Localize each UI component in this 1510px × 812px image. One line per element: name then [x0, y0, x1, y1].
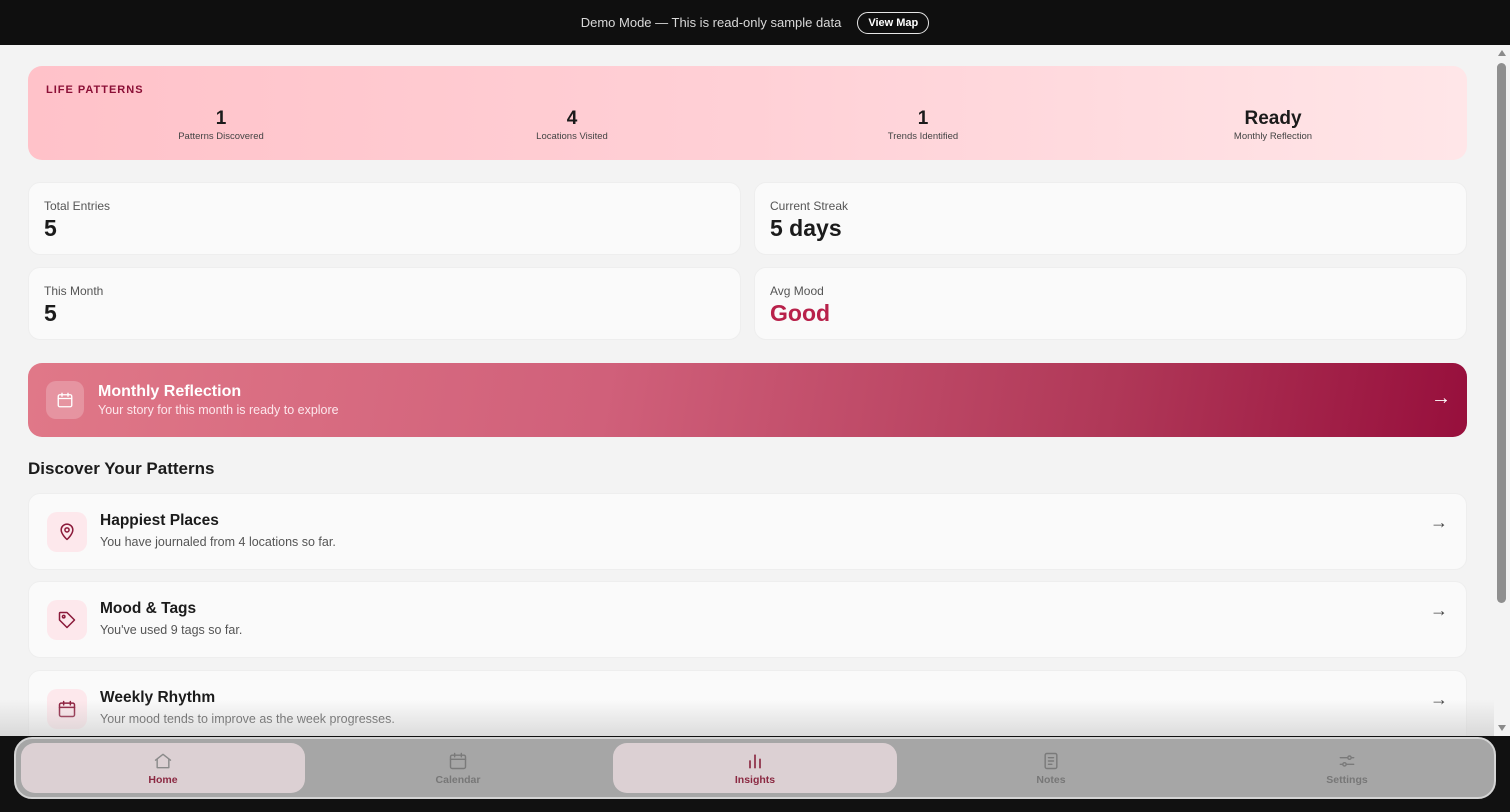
this-month-value: 5 — [44, 300, 57, 326]
mood-tags-card[interactable]: Mood & Tags You've used 9 tags so far. → — [28, 581, 1467, 658]
tag-icon — [47, 600, 87, 640]
discover-section-title: Discover Your Patterns — [28, 459, 215, 478]
total-entries-card: Total Entries 5 — [28, 182, 741, 255]
scroll-up-arrow-icon[interactable] — [1498, 50, 1506, 56]
discover-item-title: Mood & Tags — [100, 600, 197, 617]
monthly-reflection-banner[interactable]: Monthly Reflection Your story for this m… — [28, 363, 1467, 437]
trends-identified-stat: 1 Trends Identified — [823, 108, 1023, 142]
home-icon — [154, 753, 172, 768]
this-month-label: This Month — [44, 284, 104, 298]
arrow-right-icon: → — [1430, 512, 1448, 532]
scrollbar-thumb[interactable] — [1497, 63, 1506, 603]
patterns-discovered-stat: 1 Patterns Discovered — [121, 108, 321, 142]
avg-mood-label: Avg Mood — [770, 284, 824, 298]
avg-mood-value: Good — [770, 300, 831, 326]
discover-item-subtitle: You have journaled from 4 locations so f… — [100, 535, 336, 549]
stat-label: Locations Visited — [536, 131, 608, 142]
nav-label: Insights — [734, 773, 776, 786]
map-pin-icon — [47, 512, 87, 552]
life-patterns-card: LIFE PATTERNS 1 Patterns Discovered 4 Lo… — [28, 66, 1467, 160]
reflection-title: Monthly Reflection — [98, 383, 242, 400]
demo-banner: Demo Mode — This is read-only sample dat… — [0, 0, 1510, 45]
stat-label: Trends Identified — [887, 131, 959, 142]
arrow-right-icon: → — [1430, 600, 1448, 620]
happiest-places-card[interactable]: Happiest Places You have journaled from … — [28, 493, 1467, 570]
calendar-icon — [47, 689, 87, 729]
avg-mood-card: Avg Mood Good — [754, 267, 1467, 340]
nav-label: Calendar — [435, 773, 481, 786]
stat-value: Ready — [1244, 108, 1302, 129]
total-entries-value: 5 — [44, 215, 57, 241]
view-map-button[interactable]: View Map — [857, 11, 930, 34]
sliders-icon — [1339, 754, 1355, 767]
discover-item-subtitle: Your mood tends to improve as the week p… — [100, 712, 395, 726]
arrow-right-icon: → — [1431, 387, 1451, 409]
stat-label: Monthly Reflection — [1233, 131, 1313, 142]
reflection-subtitle: Your story for this month is ready to ex… — [98, 403, 339, 417]
calendar-icon — [449, 752, 467, 769]
bar-chart-icon — [749, 753, 761, 768]
stat-label: Patterns Discovered — [178, 131, 264, 142]
vertical-scrollbar[interactable] — [1494, 45, 1510, 736]
discover-item-title: Weekly Rhythm — [100, 689, 216, 706]
nav-item-calendar[interactable]: Calendar — [316, 743, 600, 793]
total-entries-label: Total Entries — [44, 199, 111, 213]
discover-item-subtitle: You've used 9 tags so far. — [100, 623, 243, 637]
stat-value: 4 — [566, 108, 578, 129]
discover-item-title: Happiest Places — [100, 512, 219, 529]
scroll-down-arrow-icon[interactable] — [1498, 725, 1506, 731]
bottom-nav-area: Home Calendar Insights Notes Settings — [0, 736, 1510, 812]
nav-item-home[interactable]: Home — [21, 743, 305, 793]
life-patterns-title: LIFE PATTERNS — [46, 84, 144, 96]
arrow-right-icon: → — [1430, 689, 1448, 709]
nav-item-insights[interactable]: Insights — [613, 743, 897, 793]
nav-label: Settings — [1326, 773, 1368, 786]
notes-icon — [1044, 752, 1058, 769]
stat-value: 1 — [917, 108, 929, 129]
nav-item-notes[interactable]: Notes — [909, 743, 1193, 793]
stat-value: 1 — [215, 108, 227, 129]
nav-label: Home — [148, 773, 178, 786]
current-streak-card: Current Streak 5 days — [754, 182, 1467, 255]
demo-mode-text: Demo Mode — This is read-only sample dat… — [580, 15, 842, 30]
calendar-icon — [46, 381, 84, 419]
locations-visited-stat: 4 Locations Visited — [472, 108, 672, 142]
bottom-nav: Home Calendar Insights Notes Settings — [14, 737, 1496, 799]
current-streak-label: Current Streak — [770, 199, 849, 213]
monthly-reflection-stat: Ready Monthly Reflection — [1173, 108, 1373, 142]
this-month-card: This Month 5 — [28, 267, 741, 340]
weekly-rhythm-card[interactable]: Weekly Rhythm Your mood tends to improve… — [28, 670, 1467, 736]
nav-item-settings[interactable]: Settings — [1205, 743, 1489, 793]
main-content[interactable]: LIFE PATTERNS 1 Patterns Discovered 4 Lo… — [0, 45, 1494, 736]
current-streak-value: 5 days — [770, 215, 842, 241]
nav-label: Notes — [1036, 773, 1066, 786]
